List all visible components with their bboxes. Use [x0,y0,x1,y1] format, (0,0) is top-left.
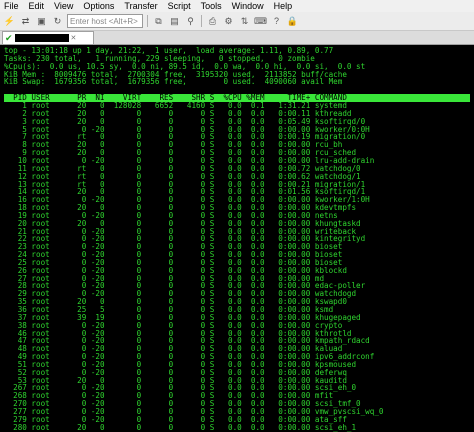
host-input[interactable]: Enter host <Alt+R> [67,14,143,28]
terminal-output[interactable]: top - 13:01:18 up 1 day, 21:22, 1 user, … [0,45,474,432]
sftp-icon[interactable]: ⇅ [238,15,251,28]
help-icon[interactable]: ? [270,15,283,28]
connected-check-icon: ✔ [5,32,13,43]
session-tab[interactable]: ✔ ✕ [2,31,94,44]
toolbar-divider [147,15,148,27]
quick-connect-icon[interactable]: ⇄ [19,15,32,28]
reconnect-icon[interactable]: ↻ [51,15,64,28]
menu-item-view[interactable]: View [54,0,73,12]
redacted-session-name [14,34,69,42]
copy-icon[interactable]: ⧉ [152,15,165,28]
menu-bar: File Edit View Options Transfer Script Tools Wi… [0,0,474,12]
keymap-icon[interactable]: ⌨ [254,15,267,28]
find-icon[interactable]: ⚲ [184,15,197,28]
print-icon[interactable]: ⎙ [206,15,219,28]
settings-icon[interactable]: ⚙ [222,15,235,28]
connect-icon[interactable]: ⚡ [3,15,16,28]
menu-item-transfer[interactable]: Transfer [124,0,157,12]
summary-line: KiB Swap: 1679356 total, 1679356 free, 0… [4,77,343,87]
menu-item-tools[interactable]: Tools [201,0,222,12]
session-tab-bar: ✔ ✕ [0,31,474,45]
menu-item-script[interactable]: Script [168,0,191,12]
lock-icon[interactable]: 🔒 [286,15,299,28]
toolbar: ⚡ ⇄ ▣ ↻ Enter host <Alt+R> ⧉ ▤ ⚲ ⎙ ⚙ ⇅ ⌨… [0,12,474,31]
top-summary: top - 13:01:18 up 1 day, 21:22, 1 user, … [4,47,470,86]
menu-item-help[interactable]: Help [274,0,293,12]
menu-item-file[interactable]: File [4,0,19,12]
toolbar-divider [201,15,202,27]
tab-close-icon[interactable]: ✕ [71,34,77,42]
menu-item-window[interactable]: Window [232,0,264,12]
session-manager-icon[interactable]: ▣ [35,15,48,28]
menu-item-options[interactable]: Options [83,0,114,12]
menu-item-edit[interactable]: Edit [29,0,45,12]
process-table: 1 root 20 0 128028 6652 4160 S 0.0 0.1 1… [4,102,470,431]
paste-icon[interactable]: ▤ [168,15,181,28]
